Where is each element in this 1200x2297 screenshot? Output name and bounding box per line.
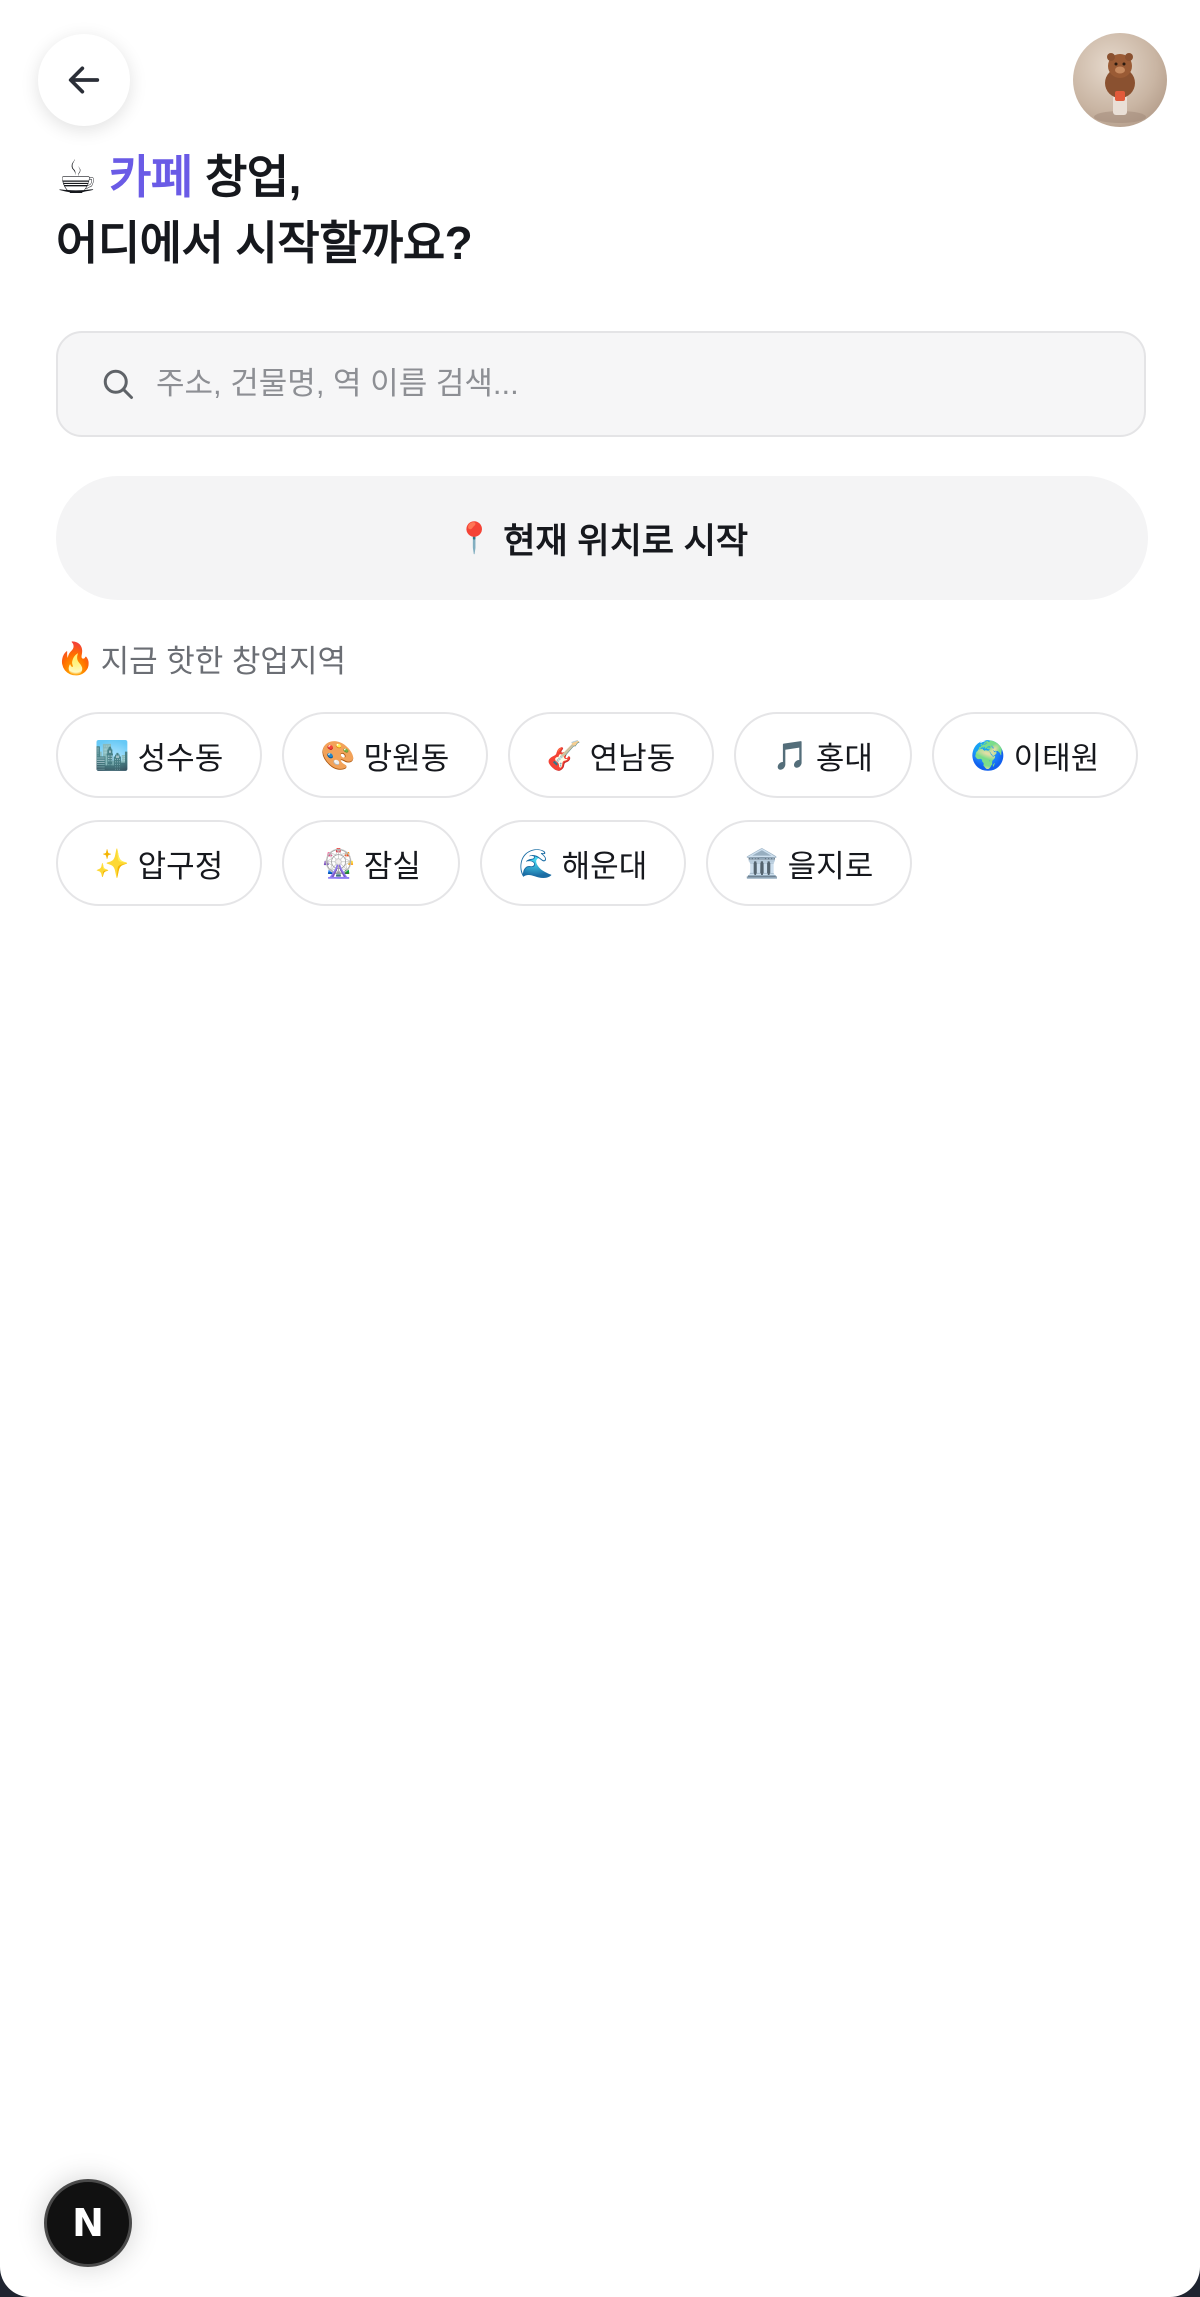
- title-line-1: ☕ 카페 창업,: [56, 144, 472, 210]
- user-avatar-icon: [1094, 53, 1146, 123]
- search-input[interactable]: [154, 365, 1058, 403]
- title-accent: 카페: [109, 151, 193, 203]
- chip-label: 망원동: [363, 740, 450, 776]
- chip-label: 연남동: [589, 740, 676, 776]
- chip-itaewon[interactable]: 🌍 이태원: [932, 712, 1138, 798]
- wave-icon: 🌊: [518, 847, 554, 879]
- chip-mangwon[interactable]: 🎨 망원동: [282, 712, 488, 798]
- hot-areas-label: 지금 핫한 창업지역: [100, 644, 346, 679]
- chip-label: 해운대: [561, 848, 648, 884]
- title-line-2: 어디에서 시작할까요?: [56, 217, 473, 269]
- search-icon: [96, 362, 140, 406]
- chip-label: 잠실: [363, 848, 421, 884]
- chip-label: 이태원: [1013, 740, 1100, 776]
- chip-label: 압구정: [137, 848, 224, 884]
- chip-haeundae[interactable]: 🌊 해운대: [480, 820, 686, 906]
- page-title: ☕ 카페 창업, 어디에서 시작할까요?: [56, 144, 473, 276]
- hot-areas-heading: 🔥 지금 핫한 창업지역: [56, 636, 346, 681]
- globe-icon: 🌍: [970, 739, 1006, 771]
- avatar[interactable]: [1073, 33, 1167, 127]
- chip-label: 성수동: [137, 740, 224, 776]
- music-note-icon: 🎵: [773, 739, 808, 771]
- sparkles-icon: ✨: [94, 847, 130, 879]
- next-logo-icon: N: [72, 2201, 104, 2245]
- chip-label: 홍대: [815, 740, 873, 776]
- current-location-button[interactable]: 📍 현재 위치로 시작: [56, 476, 1148, 600]
- back-button[interactable]: [38, 34, 130, 126]
- app-screen: ☕ 카페 창업, 어디에서 시작할까요? 📍 현재 위치로 시작 🔥 지금 핫한…: [0, 0, 1200, 2297]
- dev-tools-badge[interactable]: N: [44, 2179, 132, 2267]
- chip-apgujeong[interactable]: ✨ 압구정: [56, 820, 262, 906]
- chip-hongdae[interactable]: 🎵 홍대: [734, 712, 912, 798]
- coffee-emoji-icon: ☕: [56, 151, 97, 203]
- chip-yeonnam[interactable]: 🎸 연남동: [508, 712, 714, 798]
- cityscape-icon: 🏙️: [94, 739, 130, 771]
- classical-building-icon: 🏛️: [744, 847, 780, 879]
- chip-jamsil[interactable]: 🎡 잠실: [282, 820, 460, 906]
- chip-seongsu[interactable]: 🏙️ 성수동: [56, 712, 262, 798]
- chip-euljiro[interactable]: 🏛️ 을지로: [706, 820, 912, 906]
- ferris-wheel-icon: 🎡: [321, 847, 356, 879]
- search-bar[interactable]: [56, 331, 1146, 437]
- fire-icon: 🔥: [56, 641, 95, 676]
- arrow-left-icon: [68, 66, 100, 94]
- chip-label: 을지로: [787, 848, 874, 884]
- pin-icon: 📍: [455, 521, 494, 555]
- title-rest: 창업,: [192, 151, 301, 203]
- current-location-label: 현재 위치로 시작: [503, 521, 749, 561]
- guitar-icon: 🎸: [546, 739, 582, 771]
- palette-icon: 🎨: [320, 739, 356, 771]
